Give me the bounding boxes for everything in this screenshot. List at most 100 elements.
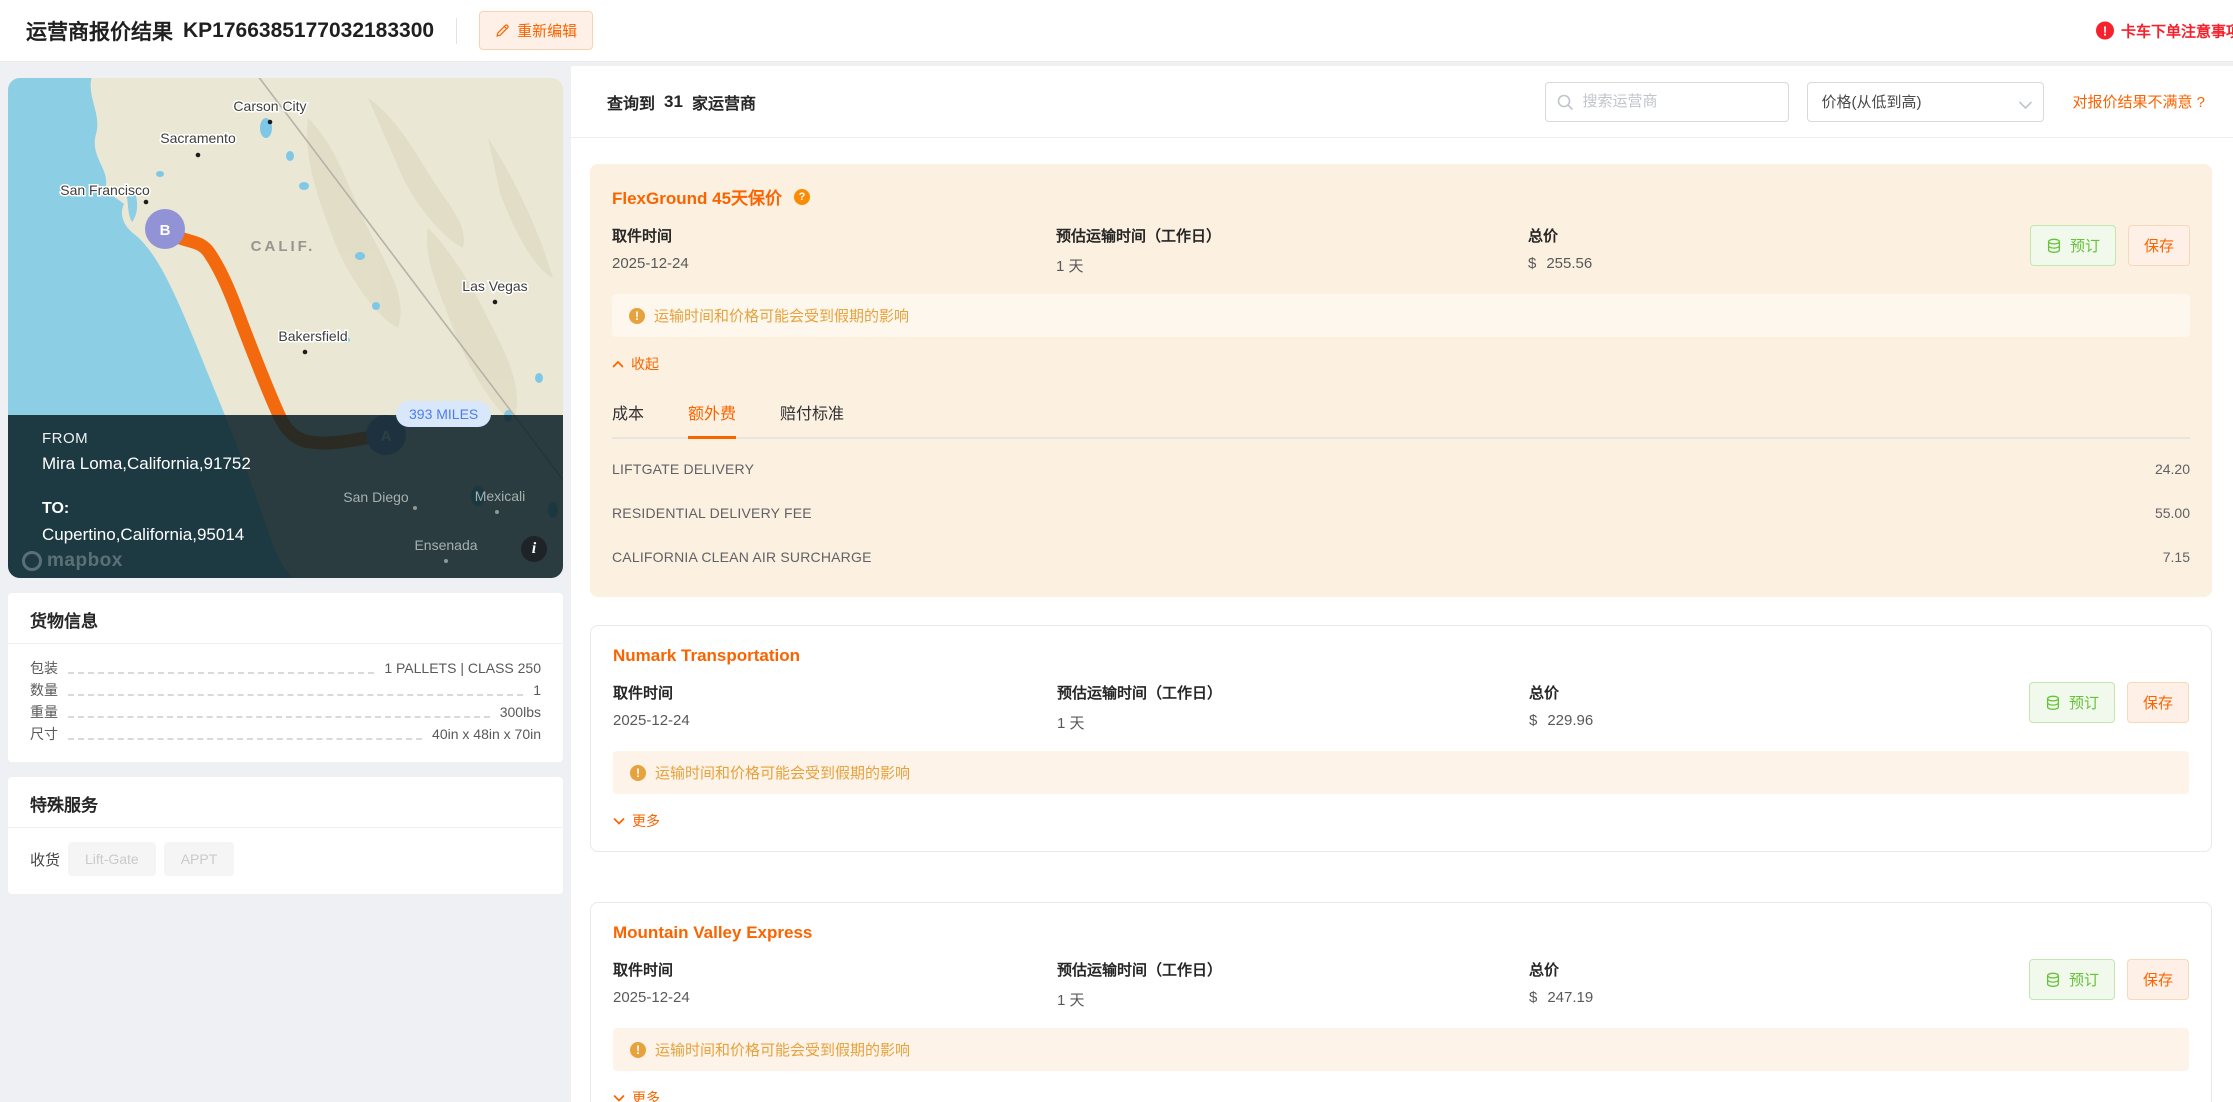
more-toggle[interactable]: 更多 [613,811,660,831]
currency-symbol: $ [1529,712,1537,729]
quote-summary: 取件时间 2025-12-24 预估运输时间（工作日） 1 天 总价 $255.… [612,225,2190,276]
more-toggle[interactable]: 更多 [613,1088,660,1102]
coins-icon [2045,695,2061,711]
detail-tabs: 成本 额外费 赔付标准 [612,400,2190,439]
from-label: FROM [42,430,251,447]
carrier-count: 31 [664,92,683,112]
transit-time-field: 预估运输时间（工作日） 1 天 [1057,682,1529,733]
header-divider [456,18,457,44]
fee-list: LIFTGATE DELIVERY 24.20 RESIDENTIAL DELI… [612,447,2190,587]
dashed-leader [68,694,523,696]
to-label: TO: [42,500,251,518]
reedit-label: 重新编辑 [517,20,577,41]
total-price-field: 总价 $255.56 [1528,225,2030,276]
price-value: 247.19 [1547,989,1593,1006]
fee-row: LIFTGATE DELIVERY 24.20 [612,447,2190,491]
label-las-vegas: Las Vegas [462,278,527,294]
carrier-card-mountain-valley: Mountain Valley Express 取件时间 2025-12-24 … [590,902,2212,1102]
cargo-info-card: 货物信息 包装1 PALLETS | CLASS 250 数量1 重量300lb… [8,593,563,762]
pencil-icon [495,23,510,38]
cargo-row-weight: 重量300lbs [30,701,541,723]
carrier-name: Numark Transportation [613,646,800,666]
holiday-warning: ! 运输时间和价格可能会受到假期的影响 [613,1028,2189,1071]
mapbox-icon [22,551,42,571]
currency-symbol: $ [1529,989,1537,1006]
collapse-toggle[interactable]: 收起 [612,354,659,374]
pickup-time-field: 取件时间 2025-12-24 [612,225,1056,276]
tab-extra-fees[interactable]: 额外费 [688,400,736,437]
total-price-field: 总价 $229.96 [1529,682,2029,733]
delivery-label: 收货 [30,849,60,870]
map-info-icon[interactable]: i [521,536,547,562]
tab-cost[interactable]: 成本 [612,400,644,437]
cargo-row-dimensions: 尺寸40in x 48in x 70in [30,723,541,745]
book-button[interactable]: 预订 [2029,682,2115,723]
transit-time-field: 预估运输时间（工作日） 1 天 [1057,959,1529,1010]
sort-select[interactable]: 价格(从低到高) [1807,82,2044,122]
results-bar-controls: 价格(从低到高) 对报价结果不满意 ? [1545,82,2205,122]
order-id: KP1766385177032183300 [183,19,434,43]
help-icon[interactable]: ? [794,189,810,205]
label-san-francisco: San Francisco [60,182,150,198]
pickup-time-field: 取件时间 2025-12-24 [613,682,1057,733]
carrier-name-row: FlexGround 45天保价 ? [612,184,2190,209]
holiday-warning: ! 运输时间和价格可能会受到假期的影响 [613,751,2189,794]
warning-icon: ! [630,1042,646,1058]
cargo-row-packaging: 包装1 PALLETS | CLASS 250 [30,657,541,679]
from-address: Mira Loma,California,91752 [42,454,251,474]
main-layout: A B Carson City Sacramento San Francisco… [0,62,2233,1102]
pickup-time-field: 取件时间 2025-12-24 [613,959,1057,1010]
save-button[interactable]: 保存 [2127,682,2189,723]
price-value: 229.96 [1547,712,1593,729]
tab-compensation[interactable]: 赔付标准 [780,400,844,437]
caret-up-icon [612,360,624,369]
dashed-leader [68,716,490,718]
warning-icon: ! [630,765,646,781]
chevron-down-icon [2019,97,2032,114]
special-services-title: 特殊服务 [8,777,563,827]
delivery-services-row: 收货 Lift-Gate APPT [8,828,563,894]
save-button[interactable]: 保存 [2127,959,2189,1000]
book-button[interactable]: 预订 [2030,225,2116,266]
svg-text:B: B [160,222,171,239]
top-header: 运营商报价结果 KP1766385177032183300 重新编辑 ! 卡车下… [0,0,2233,62]
card-actions: 预订 保存 [2030,225,2190,266]
results-bar: 查询到 31 家运营商 价格(从低到高) 对报价结果不满意 ? [571,66,2233,138]
reedit-button[interactable]: 重新编辑 [479,11,593,50]
notice-text: 卡车下单注意事项 [2121,20,2233,41]
dashed-leader [68,738,422,740]
save-button[interactable]: 保存 [2128,225,2190,266]
liftgate-tag: Lift-Gate [68,842,156,876]
caret-down-icon [613,1094,625,1102]
marker-b: B [145,209,185,249]
alert-icon: ! [2096,22,2114,40]
coins-icon [2045,972,2061,988]
appt-tag: APPT [164,842,235,876]
label-sacramento: Sacramento [160,130,236,146]
mapbox-logo: mapbox [22,550,123,572]
quote-feedback-link[interactable]: 对报价结果不满意 ? [2072,91,2205,112]
to-address: Cupertino,California,95014 [42,525,251,545]
price-value: 255.56 [1546,255,1592,272]
label-ensenada: Ensenada [414,537,477,553]
carrier-search [1545,82,1789,122]
label-bakersfield: Bakersfield [278,328,347,344]
truck-order-notice[interactable]: ! 卡车下单注意事项 [2096,20,2233,41]
results-count: 查询到 31 家运营商 [607,90,756,114]
dashed-leader [68,672,374,674]
currency-symbol: $ [1528,255,1536,272]
caret-down-icon [613,817,625,826]
sort-value: 价格(从低到高) [1821,91,1921,112]
carrier-card-numark: Numark Transportation 取件时间 2025-12-24 预估… [590,625,2212,852]
route-endpoints: FROM Mira Loma,California,91752 TO: Cupe… [42,430,251,545]
book-button[interactable]: 预订 [2029,959,2115,1000]
quotes-panel: 查询到 31 家运营商 价格(从低到高) 对报价结果不满意 ? [571,66,2233,1102]
search-input[interactable] [1545,82,1789,122]
fee-row: RESIDENTIAL DELIVERY FEE 55.00 [612,491,2190,535]
route-map[interactable]: A B Carson City Sacramento San Francisco… [8,78,563,578]
cargo-rows: 包装1 PALLETS | CLASS 250 数量1 重量300lbs 尺寸4… [8,644,563,762]
carrier-card-flexground: FlexGround 45天保价 ? 取件时间 2025-12-24 预估运输时… [590,164,2212,597]
cargo-info-title: 货物信息 [8,593,563,643]
label-calif: CALIF. [251,238,316,255]
cargo-row-quantity: 数量1 [30,679,541,701]
